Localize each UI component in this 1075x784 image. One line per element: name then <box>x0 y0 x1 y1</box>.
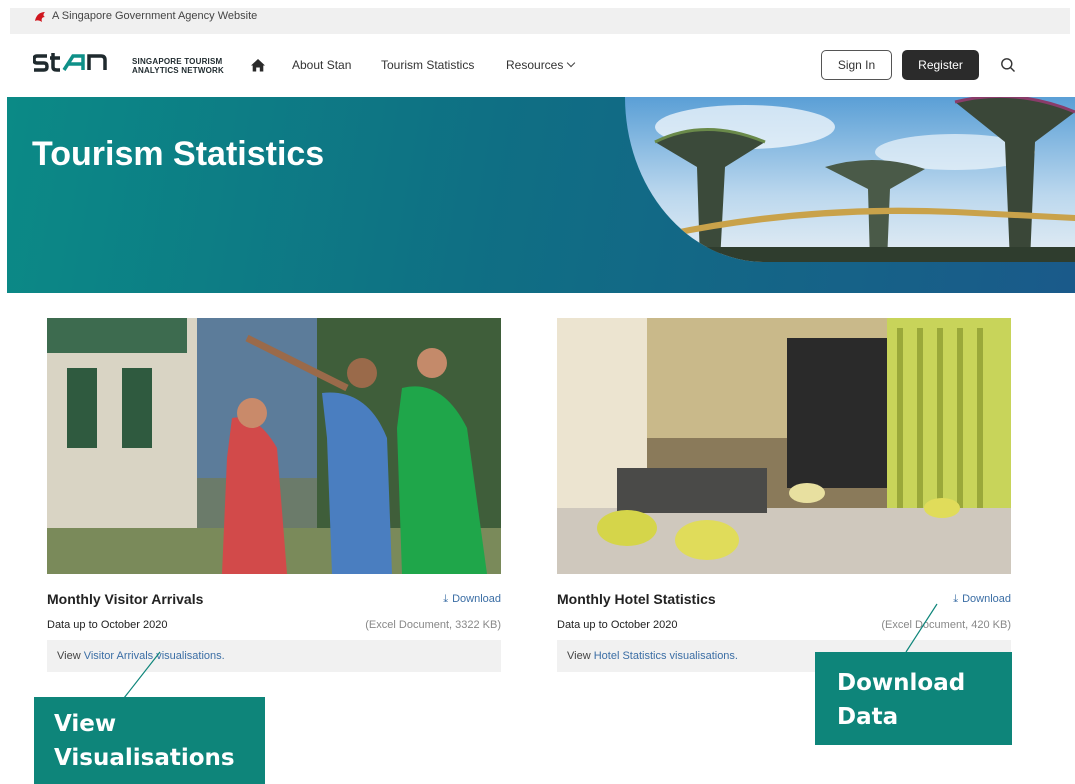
stan-wordmark-icon <box>32 53 107 72</box>
card-title: Monthly Visitor Arrivals <box>47 591 204 607</box>
stan-logo[interactable]: SINGAPORE TOURISM ANALYTICS NETWORK <box>32 52 224 80</box>
logo-subtitle: SINGAPORE TOURISM ANALYTICS NETWORK <box>132 57 224 75</box>
callout-view-visualisations: View Visualisations <box>34 697 265 784</box>
register-button[interactable]: Register <box>902 50 979 80</box>
hero-banner: Tourism Statistics <box>7 97 1075 293</box>
visitor-arrivals-visualisations-link[interactable]: Visitor Arrivals visualisations. <box>84 650 225 662</box>
home-icon[interactable] <box>250 58 266 72</box>
sign-in-button[interactable]: Sign In <box>821 50 892 80</box>
download-icon: ⤓ <box>443 593 449 605</box>
visitor-arrivals-photo <box>47 318 501 574</box>
download-label: Download <box>452 593 501 605</box>
chevron-down-icon <box>567 58 576 68</box>
nav-tourism-statistics[interactable]: Tourism Statistics <box>381 58 474 72</box>
view-prefix: View <box>567 650 594 662</box>
card-visitor-arrivals: Monthly Visitor Arrivals ⤓ Download Data … <box>47 318 501 672</box>
callout-download-data: Download Data <box>815 652 1012 745</box>
card-file-info: (Excel Document, 3322 KB) <box>365 619 501 631</box>
card-title: Monthly Hotel Statistics <box>557 591 716 607</box>
card-file-info: (Excel Document, 420 KB) <box>881 619 1011 631</box>
nav-about-stan[interactable]: About Stan <box>292 58 351 72</box>
download-link[interactable]: ⤓ Download <box>443 593 501 606</box>
gov-banner-text: A Singapore Government Agency Website <box>52 10 258 22</box>
download-icon: ⤓ <box>953 593 959 605</box>
nav-resources[interactable]: Resources <box>506 58 576 72</box>
download-link[interactable]: ⤓ Download <box>953 593 1011 606</box>
card-data-period: Data up to October 2020 <box>47 619 168 631</box>
view-prefix: View <box>57 650 84 662</box>
logo-mark <box>32 52 123 80</box>
site-header: SINGAPORE TOURISM ANALYTICS NETWORK Abou… <box>0 34 1075 96</box>
search-icon[interactable] <box>1000 57 1016 73</box>
gov-banner: A Singapore Government Agency Website <box>0 0 1075 34</box>
lion-head-icon <box>35 12 45 22</box>
card-data-period: Data up to October 2020 <box>557 619 678 631</box>
page-title: Tourism Statistics <box>32 135 325 173</box>
hero-photo-supertrees <box>625 97 1075 262</box>
hotel-statistics-visualisations-link[interactable]: Hotel Statistics visualisations. <box>594 650 738 662</box>
hotel-lobby-photo <box>557 318 1011 574</box>
nav-resources-label: Resources <box>506 58 564 72</box>
card-hotel-statistics: Monthly Hotel Statistics ⤓ Download Data … <box>557 318 1011 672</box>
view-visualisations-row: View Visitor Arrivals visualisations. <box>47 640 501 672</box>
download-label: Download <box>962 593 1011 605</box>
